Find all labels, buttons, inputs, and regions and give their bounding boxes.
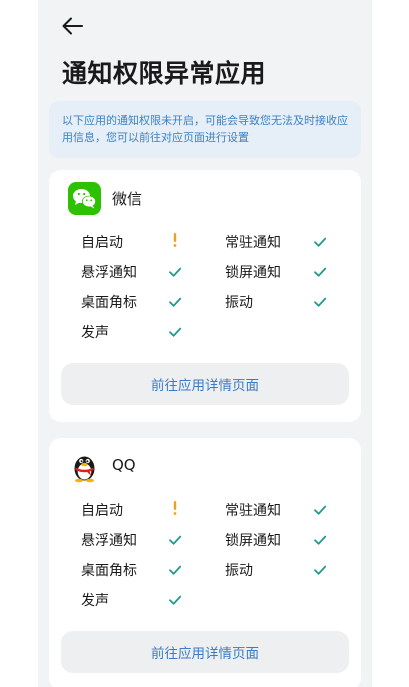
permission-label: 振动 bbox=[225, 563, 253, 579]
warning-icon bbox=[172, 500, 178, 516]
check-icon bbox=[313, 234, 327, 248]
check-icon bbox=[313, 502, 327, 516]
check-icon bbox=[313, 264, 327, 278]
permission-label: 自启动 bbox=[81, 235, 123, 251]
permission-label: 发声 bbox=[81, 593, 109, 609]
app-card-qq: QQ 自启动 常驻通知 悬浮通知 锁屏通知 桌面角标 振动 发声 前往应用详情页… bbox=[49, 438, 361, 687]
open-app-details-button[interactable]: 前往应用详情页面 bbox=[61, 631, 349, 673]
qq-penguin-icon bbox=[68, 450, 101, 483]
check-icon bbox=[313, 532, 327, 546]
warning-icon bbox=[172, 232, 178, 248]
permission-label: 振动 bbox=[225, 295, 253, 311]
permission-label: 常驻通知 bbox=[225, 235, 281, 251]
check-icon bbox=[313, 562, 327, 576]
check-icon bbox=[168, 264, 182, 278]
check-icon bbox=[313, 294, 327, 308]
permission-label: 悬浮通知 bbox=[81, 265, 137, 281]
app-card-wechat: 微信 自启动 常驻通知 悬浮通知 锁屏通知 桌面角标 振动 发声 前往应用详情页… bbox=[49, 170, 361, 422]
settings-screen: 通知权限异常应用 以下应用的通知权限未开启，可能会导致您无法及时接收应用信息，您… bbox=[38, 0, 372, 687]
app-name: QQ bbox=[112, 456, 136, 474]
notice-banner: 以下应用的通知权限未开启，可能会导致您无法及时接收应用信息，您可以前往对应页面进… bbox=[49, 101, 361, 158]
permission-label: 自启动 bbox=[81, 503, 123, 519]
app-name: 微信 bbox=[112, 190, 143, 208]
permission-label: 常驻通知 bbox=[225, 503, 281, 519]
permission-label: 发声 bbox=[81, 325, 109, 341]
page-title: 通知权限异常应用 bbox=[62, 59, 267, 88]
permission-label: 锁屏通知 bbox=[225, 533, 281, 549]
permission-label: 桌面角标 bbox=[81, 563, 137, 579]
check-icon bbox=[168, 324, 182, 338]
check-icon bbox=[168, 592, 182, 606]
wechat-icon bbox=[68, 182, 101, 215]
open-app-details-button[interactable]: 前往应用详情页面 bbox=[61, 363, 349, 405]
permission-label: 桌面角标 bbox=[81, 295, 137, 311]
permission-label: 锁屏通知 bbox=[225, 265, 281, 281]
check-icon bbox=[168, 532, 182, 546]
back-arrow-icon[interactable] bbox=[60, 14, 86, 38]
check-icon bbox=[168, 294, 182, 308]
check-icon bbox=[168, 562, 182, 576]
permission-label: 悬浮通知 bbox=[81, 533, 137, 549]
